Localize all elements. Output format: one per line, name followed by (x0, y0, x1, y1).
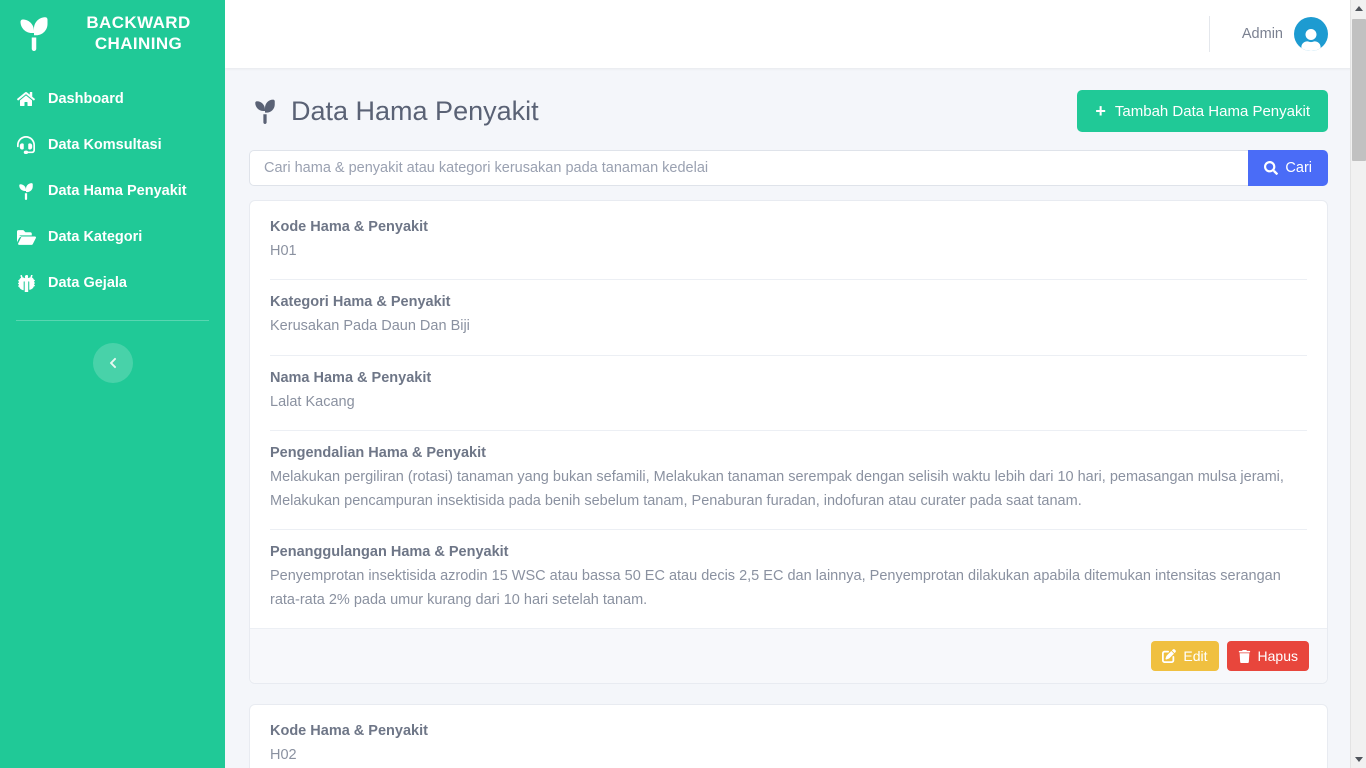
search-bar: Cari (247, 150, 1328, 186)
search-button[interactable]: Cari (1248, 150, 1328, 186)
field-label: Penanggulangan Hama & Penyakit (270, 544, 509, 561)
field-value: Penyemprotan insektisida azrodin 15 WSC … (270, 568, 1281, 608)
sidebar-collapse-button[interactable] (92, 343, 133, 383)
add-data-button[interactable]: + Tambah Data Hama Penyakit (1077, 90, 1328, 132)
topbar: Admin (225, 0, 1366, 68)
sidebar-item-data-gejala[interactable]: Data Gejala (0, 260, 225, 306)
field-value: Lalat Kacang (270, 393, 355, 410)
sidebar-collapse-wrap (0, 321, 225, 383)
field-kode: Kode Hama & Penyakit H01 (270, 205, 1307, 281)
field-kode: Kode Hama & Penyakit H02 (270, 709, 1307, 768)
field-kategori: Kategori Hama & Penyakit Kerusakan Pada … (270, 280, 1307, 356)
page-header: Data Hama Penyakit + Tambah Data Hama Pe… (247, 90, 1328, 132)
scrollbar-up-button[interactable] (1351, 0, 1366, 17)
record-card-body: Kode Hama & Penyakit H01 Kategori Hama &… (250, 201, 1327, 628)
caret-down-icon (1355, 757, 1363, 762)
record-card-body: Kode Hama & Penyakit H02 (250, 705, 1327, 768)
field-label: Kode Hama & Penyakit (270, 723, 428, 740)
edit-button[interactable]: Edit (1151, 641, 1219, 672)
sidebar: BACKWARD CHAINING Dashboard Data Komsult… (0, 0, 225, 768)
record-card: Kode Hama & Penyakit H01 Kategori Hama &… (249, 200, 1328, 685)
user-menu[interactable]: Admin (1242, 17, 1328, 51)
record-card-footer: Edit Hapus (250, 628, 1327, 684)
main-area: Admin Data Hama Penyakit + Tambah Data H… (225, 0, 1366, 768)
field-label: Pengendalian Hama & Penyakit (270, 445, 486, 462)
user-icon (1300, 29, 1322, 51)
folder-open-icon (16, 227, 36, 247)
brand-header[interactable]: BACKWARD CHAINING (0, 0, 225, 68)
delete-button[interactable]: Hapus (1226, 641, 1309, 672)
search-icon (1264, 161, 1279, 175)
caret-up-icon (1355, 6, 1363, 11)
field-nama: Nama Hama & Penyakit Lalat Kacang (270, 356, 1307, 432)
field-label: Kategori Hama & Penyakit (270, 294, 451, 311)
seedling-icon (16, 181, 36, 201)
seedling-icon (14, 13, 54, 53)
headset-icon (16, 135, 36, 155)
sidebar-item-data-kategori[interactable]: Data Kategori (0, 214, 225, 260)
search-button-label: Cari (1285, 160, 1312, 176)
pencil-square-icon (1162, 649, 1177, 664)
sidebar-item-label: Data Komsultasi (48, 137, 162, 153)
page-scrollbar[interactable] (1350, 0, 1366, 768)
brand-title-line1: BACKWARD (86, 12, 191, 32)
bug-icon (16, 273, 36, 293)
field-label: Kode Hama & Penyakit (270, 219, 428, 235)
sidebar-item-dashboard[interactable]: Dashboard (0, 76, 225, 122)
page-title-text: Data Hama Penyakit (291, 95, 539, 126)
sidebar-nav: Dashboard Data Komsultasi Data Hama Peny… (0, 76, 225, 306)
chevron-left-icon (107, 357, 119, 369)
edit-button-label: Edit (1183, 648, 1208, 665)
sidebar-item-data-hama-penyakit[interactable]: Data Hama Penyakit (0, 168, 225, 214)
brand-title-line2: CHAINING (94, 34, 183, 53)
record-card: Kode Hama & Penyakit H02 (249, 704, 1328, 768)
sidebar-item-label: Data Gejala (48, 275, 127, 291)
sidebar-item-data-komsultasi[interactable]: Data Komsultasi (0, 122, 225, 168)
home-icon (16, 89, 36, 109)
topbar-divider (1208, 16, 1210, 52)
scrollbar-down-button[interactable] (1351, 751, 1366, 768)
field-label: Nama Hama & Penyakit (270, 369, 432, 386)
plus-icon: + (1095, 101, 1106, 121)
search-input[interactable] (249, 150, 1249, 186)
sidebar-item-label: Data Hama Penyakit (48, 183, 187, 199)
page-content: Data Hama Penyakit + Tambah Data Hama Pe… (225, 68, 1366, 768)
brand-title: BACKWARD CHAINING (64, 12, 213, 55)
field-pengendalian: Pengendalian Hama & Penyakit Melakukan p… (270, 431, 1307, 531)
sidebar-item-label: Dashboard (48, 91, 124, 107)
page-title: Data Hama Penyakit (247, 96, 539, 127)
field-penanggulangan: Penanggulangan Hama & Penyakit Penyempro… (270, 530, 1307, 628)
field-value: Melakukan pergiliran (rotasi) tanaman ya… (270, 469, 1284, 509)
seedling-icon (251, 97, 279, 125)
add-data-button-label: Tambah Data Hama Penyakit (1114, 102, 1310, 120)
field-value: H02 (270, 747, 297, 764)
app-root: BACKWARD CHAINING Dashboard Data Komsult… (0, 0, 1366, 768)
user-name-label: Admin (1241, 26, 1283, 42)
field-value: Kerusakan Pada Daun Dan Biji (270, 318, 470, 335)
field-value: H01 (270, 243, 297, 259)
trash-icon (1238, 649, 1251, 663)
scrollbar-thumb[interactable] (1352, 19, 1366, 161)
avatar[interactable] (1294, 17, 1328, 51)
sidebar-item-label: Data Kategori (48, 229, 143, 245)
delete-button-label: Hapus (1257, 648, 1298, 665)
